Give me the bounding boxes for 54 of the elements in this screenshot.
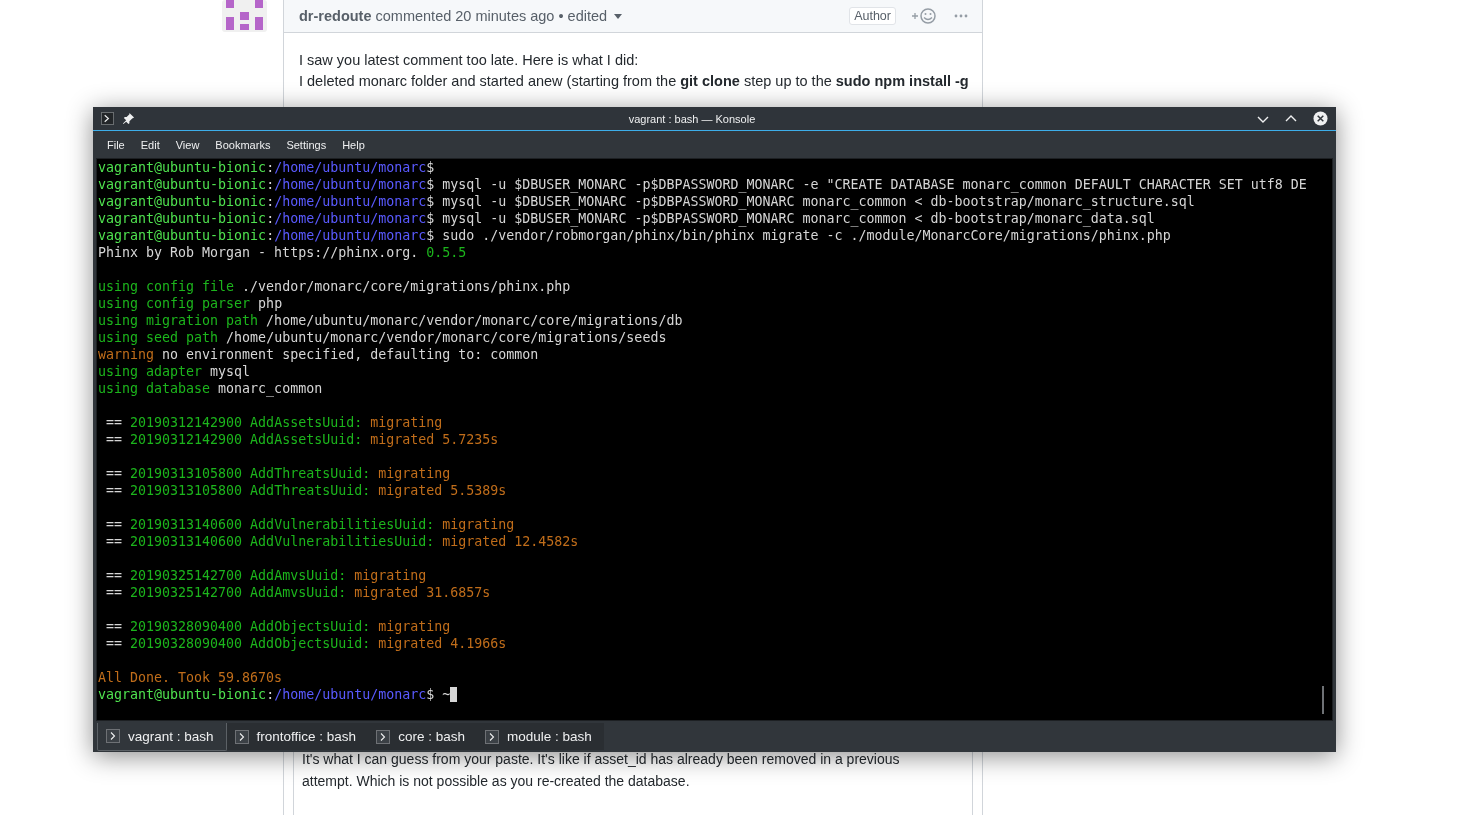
terminal-icon [106,729,120,743]
comment-meta: commented 20 minutes ago • edited [375,8,608,24]
terminal-line: Phinx by Rob Morgan - https://phinx.org. 0.5.5 [98,244,467,261]
terminal-line: == 20190313105800 AddThreatsUuid: migrated 5.5389s [105,482,507,499]
terminal-line: == 20190325142700 AddAmvsUuid: migrating [105,567,427,584]
terminal-line: == 20190312142900 AddAssetsUuid: migrated 5.7235s [105,431,499,448]
terminal-line: vagrant@ubuntu-bionic:/home/ubuntu/monarc$ mysql -u $DBUSER_MONARC -p$DBPASSWORD_MONARC monarc_common < db-bootstrap/monarc_data.sql [98,210,1155,227]
terminal-line: using database monarc_common [98,380,323,397]
terminal-line: == 20190328090400 AddObjectsUuid: migrating [105,618,451,635]
terminal-line: using config file ./vendor/monarc/core/migrations/phinx.php [98,278,571,295]
terminal-line: using seed path /home/ubuntu/monarc/vendor/monarc/core/migrations/seeds [98,329,667,346]
menu-item[interactable]: Settings [278,138,335,151]
add-reaction-icon[interactable] [910,7,938,25]
menu-item[interactable]: Bookmarks [207,138,279,151]
terminal-icon[interactable] [101,112,114,125]
terminal-line: using adapter mysql [98,363,251,380]
scrollbar-thumb[interactable] [1322,686,1324,714]
terminal-tab[interactable]: frontoffice : bash [226,723,369,750]
menu-item[interactable]: View [167,138,208,151]
terminal-tab[interactable]: module : bash [476,723,604,750]
terminal-line: == 20190325142700 AddAmvsUuid: migrated 31.6857s [105,584,491,601]
terminal-line: warning no environment specified, defaulting to: common [98,346,539,363]
terminal-line: == 20190328090400 AddObjectsUuid: migrated 4.1966s [105,635,507,652]
terminal-line: using migration path /home/ubuntu/monarc/vendor/monarc/core/migrations/db [98,312,683,329]
terminal-line: using config parser php [98,295,283,312]
terminal-line: == 20190313105800 AddThreatsUuid: migrating [105,465,451,482]
terminal-line: == 20190313140600 AddVulnerabilitiesUuid: migrated 12.4582s [105,533,579,550]
pin-icon[interactable] [122,112,135,125]
terminal-tab[interactable]: core : bash [368,723,477,750]
terminal-icon [234,729,249,744]
comment-text: I deleted monarc folder and started anew (starting from the git clone step up to the sudo npm install -g [299,72,967,91]
menu-item[interactable]: Help [334,138,373,151]
menu-item[interactable]: File [99,138,133,151]
terminal-line: vagrant@ubuntu-bionic:/home/ubuntu/monarc$ ~ [98,686,451,703]
terminal-line: All Done. Took 59.8670s [98,669,283,686]
terminal-line: vagrant@ubuntu-bionic:/home/ubuntu/monarc$ mysql -u $DBUSER_MONARC -p$DBPASSWORD_MONARC -e "CREATE DATABASE monarc_common DEFAULT CHARACTER SET utf8 DE [98,176,1307,193]
terminal-line: == 20190313140600 AddVulnerabilitiesUuid: migrating [105,516,515,533]
terminal-line: vagrant@ubuntu-bionic:/home/ubuntu/monarc$ mysql -u $DBUSER_MONARC -p$DBPASSWORD_MONARC monarc_common < db-bootstrap/monarc_structure.sql [98,193,1195,210]
window-title: vagrant : bash — Konsole [627,112,757,125]
author-badge: Author [849,7,896,25]
reply-text: It's what I can guess from your paste. It's like if asset_id has already been removed in a previous attempt. Which is not possible as you re-created the database. [302,750,901,791]
terminal-line: vagrant@ubuntu-bionic:/home/ubuntu/monarc$ [98,159,435,176]
close-icon[interactable] [1313,111,1328,126]
terminal-icon [376,729,391,744]
more-options-icon[interactable] [954,14,968,18]
avatar-icon [222,0,267,32]
terminal-tab[interactable]: vagrant : bash [97,722,227,751]
caret-icon[interactable] [614,13,623,19]
terminal-line: vagrant@ubuntu-bionic:/home/ubuntu/monarc$ sudo ./vendor/robmorgan/phinx/bin/phinx migrate -c ./module/MonarcCore/migrations/phinx.php [98,227,1171,244]
comment-text: I saw you latest comment too late. Here is what I did: [299,51,640,70]
menu-item[interactable]: Edit [132,138,168,151]
author-link[interactable]: dr-redoute [299,8,372,24]
terminal-line: == 20190312142900 AddAssetsUuid: migrating [105,414,443,431]
terminal-icon [484,729,499,744]
